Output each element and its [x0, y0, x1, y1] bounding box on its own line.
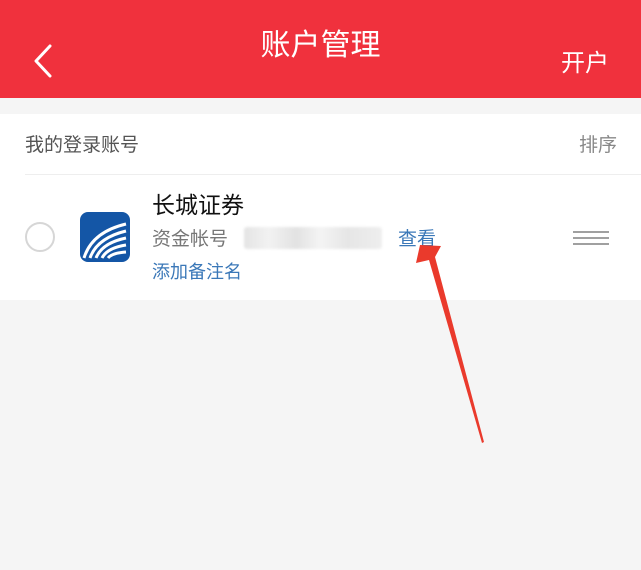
account-number-label: 资金帐号 — [152, 228, 229, 250]
masked-account-number — [244, 227, 382, 249]
drag-handle-icon[interactable] — [573, 231, 609, 245]
account-select-radio[interactable] — [25, 222, 55, 252]
section-title: 我的登录账号 — [25, 134, 140, 156]
open-account-button[interactable]: 开户 — [561, 46, 609, 80]
broker-logo-icon — [80, 212, 130, 262]
sort-button[interactable]: 排序 — [579, 132, 617, 158]
account-list-card: 我的登录账号 排序 长城证券 资金帐号 查看 添加备注名 — [0, 114, 641, 300]
app-header: 账户管理 开户 — [0, 0, 641, 98]
add-remark-link[interactable]: 添加备注名 — [152, 260, 242, 286]
divider — [25, 174, 641, 175]
view-account-link[interactable]: 查看 — [398, 226, 436, 252]
page-title: 账户管理 — [260, 28, 381, 63]
broker-name: 长城证券 — [152, 193, 244, 219]
